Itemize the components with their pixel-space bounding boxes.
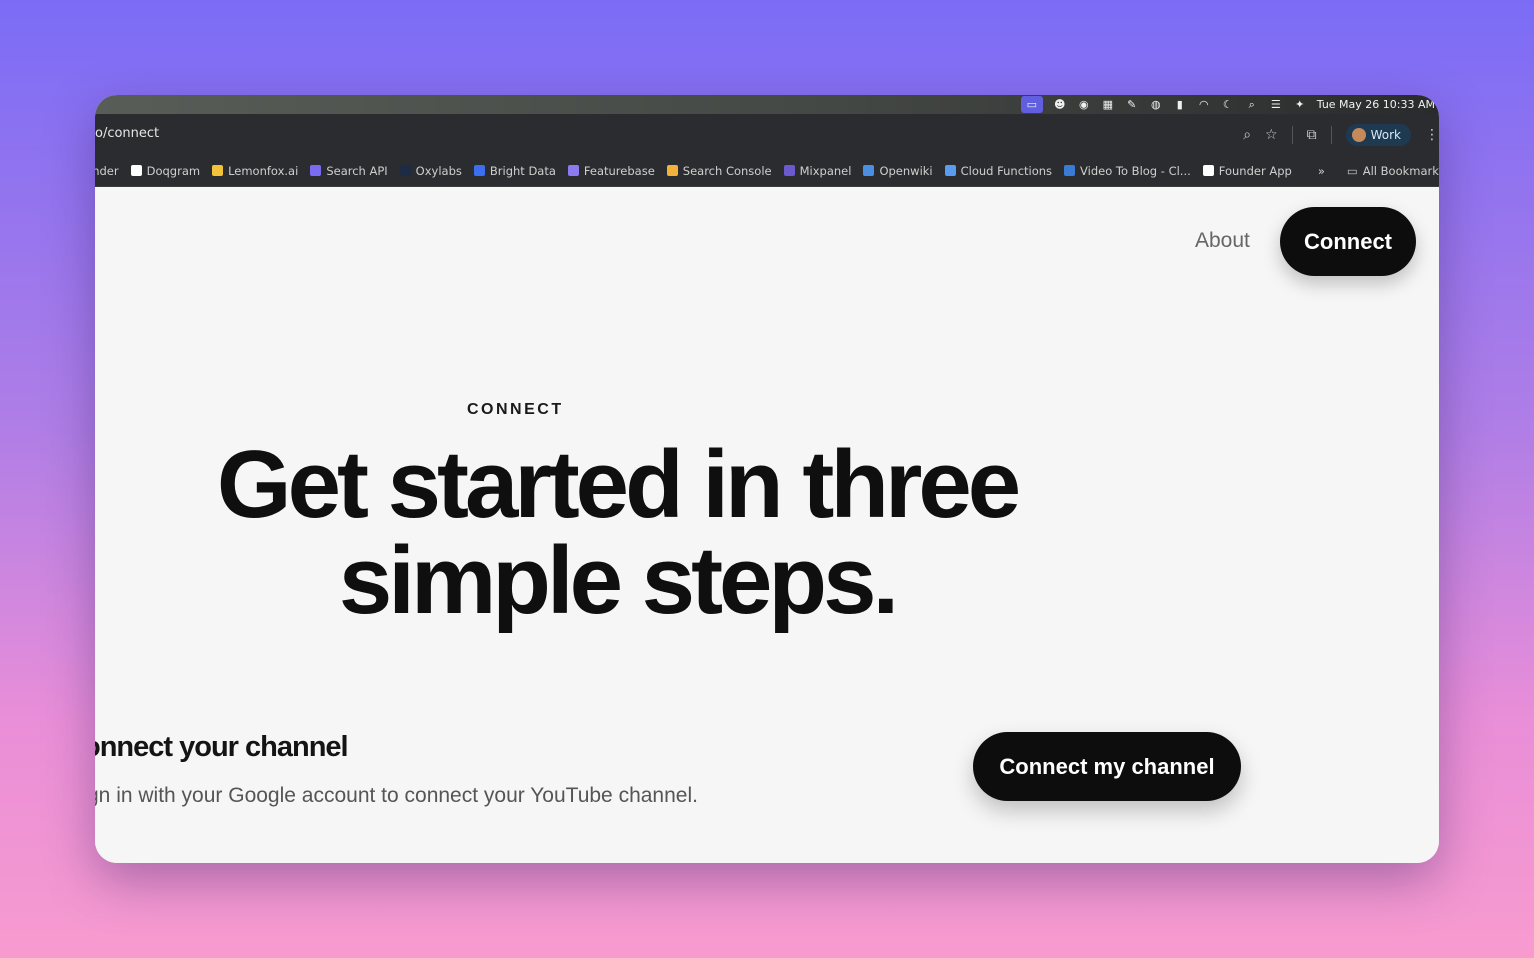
bookmark-item[interactable]: Search API — [310, 163, 388, 178]
battery-icon[interactable]: ▮ — [1173, 98, 1187, 111]
edit-icon[interactable]: ✎ — [1125, 98, 1139, 111]
screen-record-icon[interactable]: ▭ — [1020, 96, 1043, 113]
connect-my-channel-button[interactable]: Connect my channel — [973, 732, 1241, 801]
bookmark-star-icon[interactable]: ☆ — [1265, 127, 1278, 143]
wifi-icon[interactable]: ◠ — [1197, 98, 1211, 111]
page-title: Get started in three simple steps. — [95, 437, 1139, 629]
bookmark-favicon-icon — [1064, 165, 1076, 176]
bookmark-label: Bright Data — [489, 163, 556, 178]
globe-icon[interactable]: ◍ — [1149, 98, 1163, 111]
face-icon[interactable]: ☻ — [1053, 98, 1067, 111]
separator — [1291, 125, 1293, 144]
headline-line-2: simple steps. — [338, 527, 899, 634]
bookmark-label: Oxylabs — [415, 163, 462, 178]
stop-icon[interactable]: ◉ — [1077, 98, 1091, 111]
headline-line-1: Get started in three — [216, 431, 1021, 538]
bookmark-label: Search Console — [682, 163, 772, 178]
grid-icon[interactable]: ▦ — [1101, 98, 1115, 111]
nav-about-link[interactable]: About — [1195, 229, 1250, 253]
profile-label: Work — [1370, 127, 1401, 142]
bookmark-label: Search API — [326, 163, 388, 178]
bookmark-label: Video To Blog - Cl... — [1080, 163, 1191, 178]
bookmark-item[interactable]: Doqgram — [130, 163, 201, 178]
bookmark-label: Openwiki — [879, 163, 933, 178]
all-bookmarks-label: All Bookmarks — [1362, 163, 1439, 178]
bookmark-label: inder — [95, 163, 119, 178]
macos-menubar: ▭ ☻ ◉ ▦ ✎ ◍ ▮ ◠ ☾ ⌕ ☰ ✦ Tue May 26 10:33… — [95, 95, 1439, 114]
assistant-icon[interactable]: ✦ — [1293, 98, 1307, 111]
bookmark-item[interactable]: Video To Blog - Cl... — [1064, 164, 1191, 178]
folder-icon: ▭ — [1346, 163, 1358, 178]
step-description: gn in with your Google account to connec… — [95, 784, 698, 807]
step-title: onnect your channel — [95, 731, 349, 763]
bookmark-item[interactable]: Founder App — [1202, 163, 1292, 178]
separator — [1330, 125, 1332, 144]
bookmark-label: Founder App — [1218, 163, 1292, 178]
extensions-icon[interactable]: ⧉ — [1307, 127, 1317, 143]
bookmarks-bar: inder Doqgram Lemonfox.ai Search API Oxylabs… — [95, 155, 1439, 187]
section-eyebrow: CONNECT — [467, 401, 564, 418]
menubar-clock[interactable]: Tue May 26 10:33 AM — [1317, 98, 1435, 111]
search-icon[interactable]: ⌕ — [1245, 98, 1259, 111]
page-content: About Connect ☝ CONNECT Get started in t… — [95, 187, 1439, 863]
bookmark-item[interactable]: Cloud Functions — [944, 163, 1053, 178]
zoom-icon[interactable]: ⌕ — [1243, 127, 1251, 143]
bookmark-label: Mixpanel — [799, 163, 852, 178]
bookmark-label: Doqgram — [146, 163, 201, 178]
avatar — [1351, 127, 1366, 142]
moon-icon[interactable]: ☾ — [1221, 98, 1235, 111]
bookmarks-overflow-button[interactable]: » — [1318, 164, 1325, 178]
bookmark-favicon-icon — [473, 165, 485, 176]
all-bookmarks-button[interactable]: ▭ All Bookmarks — [1347, 164, 1439, 178]
bookmark-favicon-icon — [310, 165, 322, 176]
bookmark-item[interactable]: Search Console — [666, 163, 772, 178]
bookmark-favicon-icon — [212, 165, 224, 176]
browser-window: ▭ ☻ ◉ ▦ ✎ ◍ ▮ ◠ ☾ ⌕ ☰ ✦ Tue May 26 10:33… — [95, 95, 1439, 863]
menu-kebab-icon[interactable]: ⋮ — [1425, 127, 1439, 143]
bookmark-item[interactable]: inder — [95, 164, 119, 178]
bookmark-favicon-icon — [863, 165, 875, 176]
bookmark-item[interactable]: Bright Data — [473, 163, 556, 178]
bookmark-item[interactable]: Mixpanel — [783, 163, 852, 178]
url-field[interactable]: o/connect — [95, 126, 159, 141]
nav-connect-button[interactable]: Connect — [1280, 207, 1416, 276]
bookmark-favicon-icon — [666, 165, 678, 176]
bookmark-favicon-icon — [1202, 165, 1214, 176]
bookmark-label: Cloud Functions — [960, 163, 1053, 178]
control-center-icon[interactable]: ☰ — [1269, 98, 1283, 111]
pointer-cursor-icon: ☝ — [1363, 258, 1372, 274]
bookmark-label: Lemonfox.ai — [228, 163, 299, 178]
bookmark-favicon-icon — [567, 165, 579, 176]
bookmark-favicon-icon — [130, 165, 142, 176]
menubar-tray: ▭ ☻ ◉ ▦ ✎ ◍ ▮ ◠ ☾ ⌕ ☰ ✦ Tue May 26 10:33… — [1020, 95, 1435, 114]
bookmark-item[interactable]: Oxylabs — [399, 163, 462, 178]
address-bar: o/connect ⌕ ☆ ⧉ Work ⋮ — [95, 114, 1439, 155]
bookmark-favicon-icon — [399, 165, 411, 176]
bookmark-item[interactable]: Lemonfox.ai — [212, 164, 298, 178]
address-bar-actions: ⌕ ☆ ⧉ Work ⋮ — [1243, 114, 1439, 155]
profile-button[interactable]: Work — [1345, 123, 1411, 146]
bookmark-favicon-icon — [944, 165, 956, 176]
bookmark-item[interactable]: Openwiki — [863, 163, 933, 178]
bookmark-favicon-icon — [783, 165, 795, 176]
bookmark-item[interactable]: Featurebase — [567, 163, 655, 178]
bookmark-label: Featurebase — [583, 163, 655, 178]
